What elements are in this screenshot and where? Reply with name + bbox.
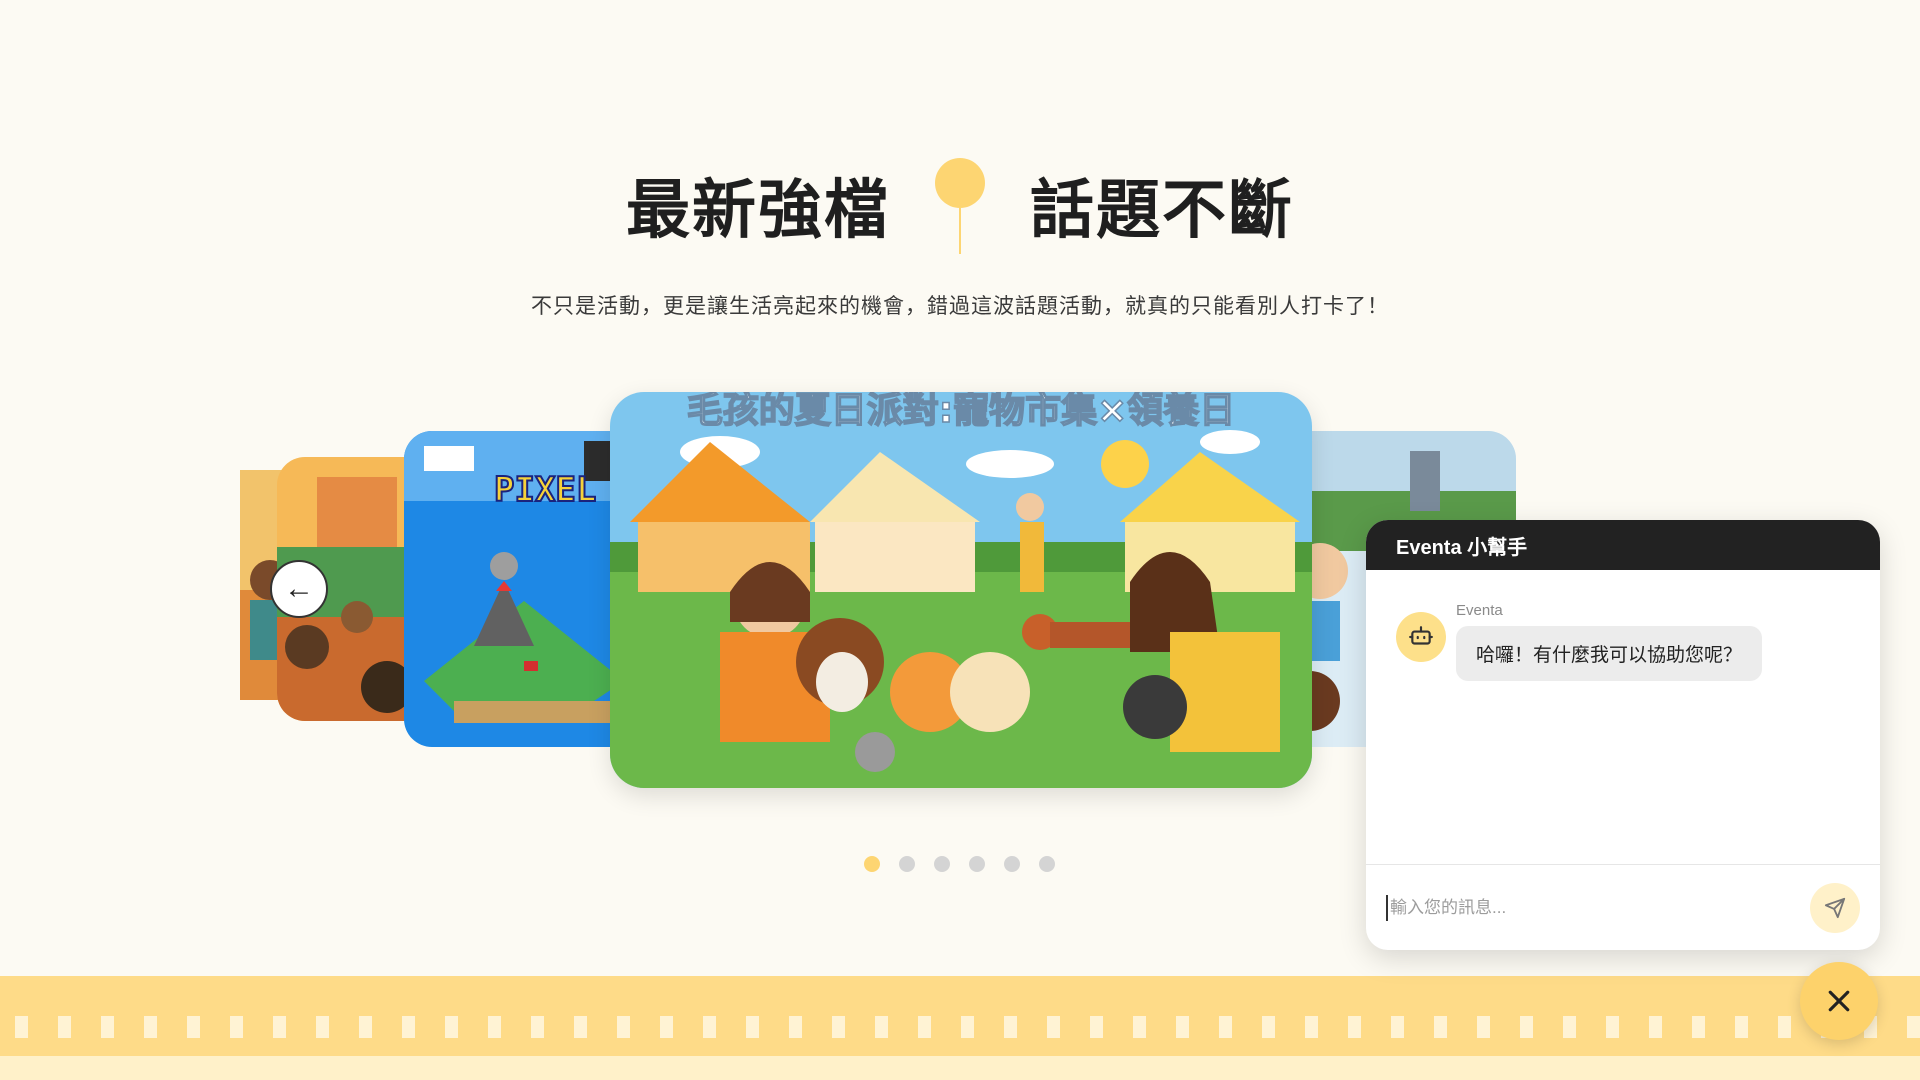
heading-right: 話題不斷	[1030, 173, 1294, 248]
chat-header: Eventa 小幫手	[1366, 520, 1880, 570]
carousel-dot-5[interactable]	[1004, 856, 1020, 872]
featured-card-title: 毛孩的夏日派對:寵物市集×領養日	[687, 392, 1236, 431]
carousel-pagination	[864, 856, 1055, 872]
message-bubble: 哈囉！有什麼我可以協助您呢？	[1456, 626, 1763, 681]
carousel-prev-button[interactable]: ←	[270, 560, 328, 618]
carousel-dot-3[interactable]	[934, 856, 950, 872]
chat-close-button[interactable]	[1800, 962, 1878, 1040]
chat-input-bar	[1366, 864, 1880, 950]
chat-messages: Eventa 哈囉！有什麼我可以協助您呢？	[1366, 570, 1880, 864]
carousel-dot-1[interactable]	[864, 856, 880, 872]
carousel-dot-4[interactable]	[969, 856, 985, 872]
event-card-featured[interactable]: 毛孩的夏日派對:寵物市集×領養日	[610, 392, 1312, 788]
film-strip-holes	[0, 1016, 1920, 1038]
section-heading: 最新強檔 話題不斷	[0, 150, 1920, 260]
send-button[interactable]	[1810, 882, 1860, 933]
heading-left: 最新強檔	[626, 173, 890, 248]
chat-message-input[interactable]	[1386, 894, 1810, 921]
carousel-dot-2[interactable]	[899, 856, 915, 872]
pixel-card-text: PIXEL	[494, 470, 596, 510]
section-subtitle: 不只是活動，更是讓生活亮起來的機會，錯過這波話題活動，就真的只能看別人打卡了！	[531, 295, 1389, 318]
message-sender: Eventa	[1456, 602, 1503, 619]
chat-widget: Eventa 小幫手 Eventa 哈囉！有什麼我可以協助您呢？	[1366, 520, 1880, 950]
bot-icon	[1396, 612, 1446, 662]
carousel-dot-6[interactable]	[1039, 856, 1055, 872]
event-card-left-1[interactable]: PIXEL	[404, 431, 644, 747]
chat-title: Eventa 小幫手	[1396, 536, 1528, 559]
film-strip-bottom	[0, 1056, 1920, 1080]
send-icon	[1824, 897, 1846, 918]
close-icon	[1828, 990, 1850, 1012]
balloon-icon	[900, 150, 1020, 260]
